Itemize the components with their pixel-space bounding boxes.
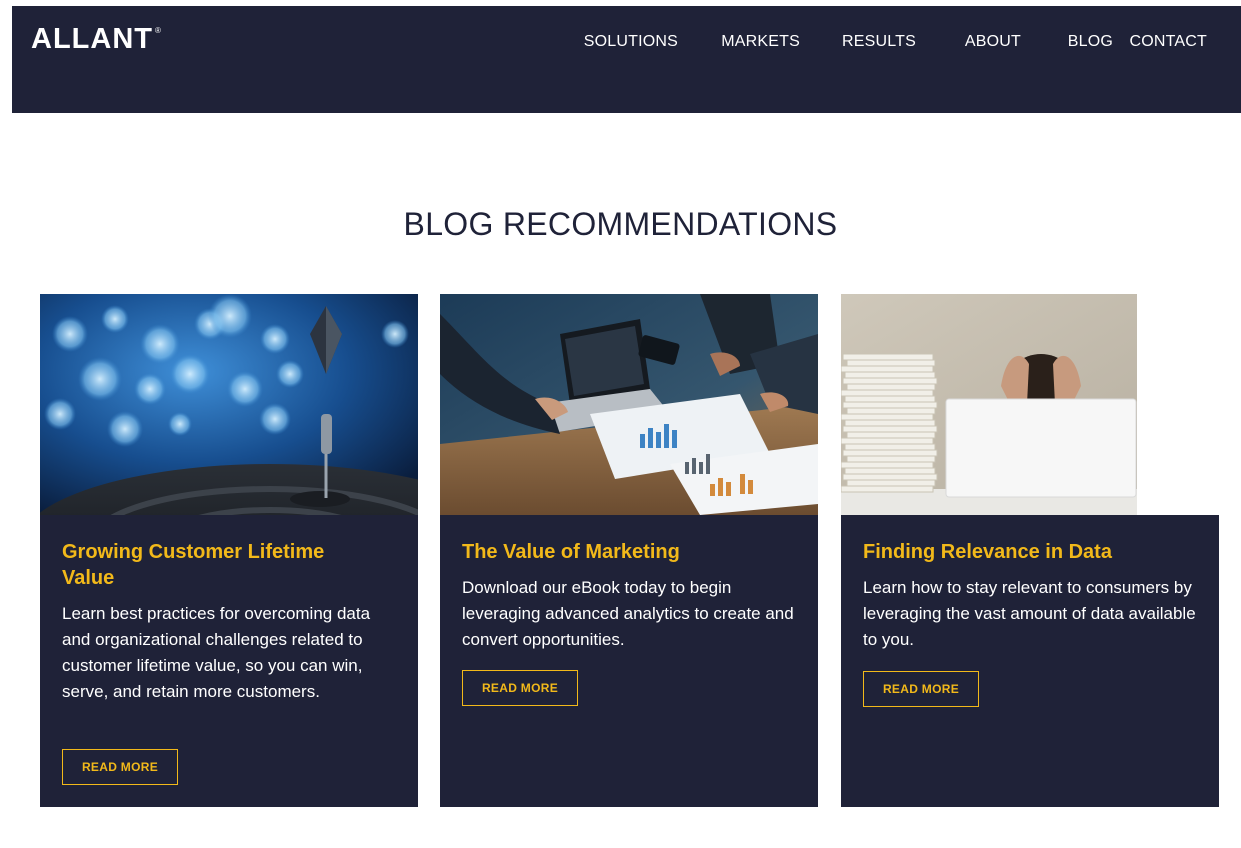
allant-logo[interactable]: ALLANT ®	[31, 24, 162, 54]
read-more-button[interactable]: READ MORE	[863, 671, 979, 707]
section-title: BLOG RECOMMENDATIONS	[403, 206, 838, 242]
card-title[interactable]: The Value of Marketing	[462, 539, 782, 565]
image-whitespace	[1137, 294, 1219, 515]
nav-about[interactable]: ABOUT	[965, 26, 1021, 58]
nav-results[interactable]: RESULTS	[842, 26, 916, 58]
registered-mark: ®	[154, 26, 162, 35]
team-analytics-meeting-image[interactable]	[440, 294, 818, 515]
card-body: The Value of Marketing Download our eBoo…	[440, 515, 818, 807]
nav-solutions[interactable]: SOLUTIONS	[584, 26, 678, 58]
card-body: Growing Customer Lifetime Value Learn be…	[40, 515, 418, 807]
nav-blog[interactable]: BLOG	[1068, 26, 1113, 58]
page-edge	[0, 0, 12, 848]
site-header: ALLANT ® SOLUTIONS MARKETS RESULTS ABOUT…	[12, 6, 1241, 113]
nav-markets[interactable]: MARKETS	[721, 26, 800, 58]
blog-card-2: The Value of Marketing Download our eBoo…	[440, 294, 818, 807]
card-title[interactable]: Growing Customer Lifetime Value	[62, 539, 382, 591]
stressed-man-paper-stack-image[interactable]	[841, 294, 1219, 515]
blog-card-3: Finding Relevance in Data Learn how to s…	[841, 294, 1219, 807]
card-description: Download our eBook today to begin levera…	[462, 578, 794, 649]
read-more-button[interactable]: READ MORE	[462, 670, 578, 706]
card-description: Learn best practices for overcoming data…	[62, 604, 371, 701]
read-more-button[interactable]: READ MORE	[62, 749, 178, 785]
dartboard-bokeh-image[interactable]	[40, 294, 418, 515]
card-title[interactable]: Finding Relevance in Data	[863, 539, 1183, 565]
nav-contact[interactable]: CONTACT	[1129, 26, 1207, 58]
card-description: Learn how to stay relevant to consumers …	[863, 578, 1196, 649]
logo-text: ALLANT	[31, 23, 153, 55]
card-body: Finding Relevance in Data Learn how to s…	[841, 515, 1219, 807]
blog-card-1: Growing Customer Lifetime Value Learn be…	[40, 294, 418, 807]
